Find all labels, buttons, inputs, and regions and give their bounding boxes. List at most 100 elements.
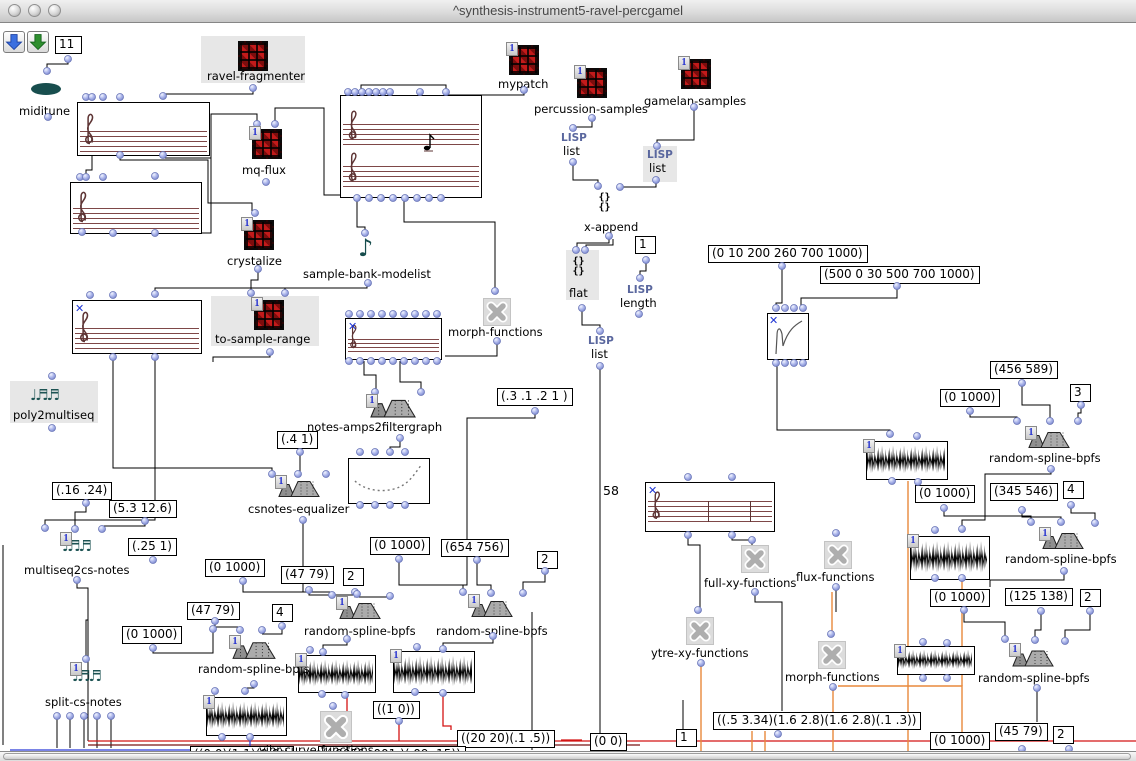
lock-badge[interactable]: 1 (863, 439, 875, 453)
lock-badge[interactable]: 1 (366, 394, 378, 408)
lisp-length-box[interactable]: length (620, 296, 657, 310)
lock-badge[interactable]: 1 (1009, 643, 1021, 657)
miditune-icon[interactable] (31, 83, 61, 95)
flux-functions-icon[interactable] (824, 541, 852, 569)
value-box[interactable]: (.25 1) (128, 538, 177, 556)
notes-amps2filtergraph-label: notes-amps2filtergraph (307, 420, 442, 434)
lock-badge[interactable]: 1 (574, 65, 586, 79)
sound-box[interactable] (910, 536, 990, 580)
lisp-list-box[interactable]: list (649, 161, 666, 175)
value-box[interactable]: (456 589) (990, 361, 1058, 379)
value-box[interactable]: (0 1000) (370, 537, 430, 555)
value-box[interactable]: (0 10 200 260 700 1000) (708, 245, 868, 263)
lock-badge[interactable]: 1 (241, 217, 253, 231)
morph-functions-icon[interactable] (483, 298, 511, 326)
random-spline-bpfs-label: random-spline-bpfs (978, 671, 1090, 685)
score-box[interactable]: ✕ (345, 318, 442, 360)
lock-badge[interactable]: 1 (907, 534, 919, 548)
score-box[interactable] (77, 102, 210, 156)
lock-badge[interactable]: 1 (295, 653, 307, 667)
value-box[interactable]: (.16 .24) (52, 482, 112, 500)
lock-badge[interactable]: 1 (468, 594, 480, 608)
value-box[interactable]: (47 79) (187, 602, 240, 620)
morph-functions-icon[interactable] (818, 641, 846, 669)
value-box[interactable]: (0 0) (590, 733, 627, 751)
lock-badge[interactable]: 1 (1039, 527, 1051, 541)
lock-badge[interactable]: 1 (1025, 426, 1037, 440)
value-box[interactable]: (125 138) (1005, 588, 1073, 606)
flux-functions-label: flux-functions (796, 570, 874, 584)
ravel-fragmenter-icon[interactable] (238, 41, 268, 71)
lock-badge[interactable]: 1 (251, 297, 263, 311)
horizontal-scrollbar[interactable] (0, 751, 1136, 761)
eighth-note-icon[interactable]: ♪ (358, 234, 373, 262)
value-box[interactable]: 4 (1063, 481, 1084, 499)
score-box[interactable]: ✕ (72, 300, 202, 354)
multiseq2cs-notes-label: multiseq2cs-notes (24, 563, 129, 577)
ravel-fragmenter-label: ravel-fragmenter (207, 69, 305, 83)
value-box[interactable]: (0 1000) (205, 559, 265, 577)
lisp-list-box[interactable]: list (591, 347, 608, 361)
value-box[interactable]: (345 546) (990, 483, 1058, 501)
score-box[interactable]: ✕ (645, 482, 775, 532)
value-box[interactable]: (45 79) (995, 723, 1048, 741)
value-box[interactable]: (654 756) (441, 539, 509, 557)
score-box[interactable] (340, 95, 482, 198)
lock-badge[interactable]: 1 (336, 596, 348, 610)
random-spline-bpfs-label: random-spline-bpfs (198, 662, 310, 676)
lisp-tag: LISP (647, 149, 673, 161)
value-box[interactable]: (0 1000) (930, 589, 990, 607)
value-box[interactable]: 2 (1080, 589, 1101, 607)
lock-badge[interactable]: 1 (60, 532, 72, 546)
value-box[interactable]: ((.5 3.34)(1.6 2.8)(1.6 2.8)(.1 .3)) (713, 712, 921, 730)
lisp-list-box[interactable]: list (563, 144, 580, 158)
score-box[interactable] (70, 182, 202, 234)
mq-flux-label: mq-flux (242, 163, 286, 177)
sound-box[interactable] (897, 646, 975, 675)
value-box[interactable]: 2 (537, 551, 558, 569)
lock-badge[interactable]: 1 (229, 635, 241, 649)
lock-badge[interactable]: 1 (390, 649, 402, 663)
lock-badge[interactable]: 1 (678, 56, 690, 70)
lock-badge[interactable]: 1 (203, 695, 215, 709)
lock-badge[interactable]: 1 (506, 42, 518, 56)
bpf-box[interactable] (348, 458, 430, 504)
lock-badge[interactable]: 1 (249, 126, 261, 140)
lock-badge[interactable]: 1 (70, 662, 82, 676)
sound-box[interactable] (206, 697, 287, 736)
ytre-xy-functions-icon[interactable] (686, 617, 714, 645)
value-box[interactable]: 3 (1070, 384, 1091, 402)
lock-badge[interactable]: 1 (894, 644, 906, 658)
mypatch-label: mypatch (498, 77, 548, 91)
value-box[interactable]: 11 (55, 36, 82, 54)
value-box[interactable]: ((20 20)(.1 .5)) (457, 730, 555, 748)
lock-badge[interactable]: 1 (275, 475, 287, 489)
eval-button[interactable] (3, 31, 25, 53)
value-box[interactable]: (5.3 12.6) (109, 500, 177, 518)
vibr-curve-functions-icon[interactable] (320, 711, 352, 743)
value-box[interactable]: (47 79) (281, 566, 334, 584)
sound-box[interactable] (866, 441, 948, 480)
selected-x-icon: ✕ (75, 302, 84, 315)
bpf-box[interactable]: ✕ (767, 313, 809, 360)
value-box[interactable]: (0 1000) (930, 732, 990, 750)
value-box[interactable]: 1 (676, 729, 697, 747)
notes-chord-icon[interactable]: ♩♬♬ (30, 386, 58, 404)
value-box[interactable]: (0 1000) (915, 485, 975, 503)
x-append-icon[interactable]: {}{} (597, 193, 612, 213)
value-box[interactable]: (0 1000) (122, 626, 182, 644)
value-box[interactable]: 2 (1053, 726, 1074, 744)
value-box[interactable]: 4 (272, 604, 293, 622)
value-box[interactable]: ((1 0)) (373, 701, 420, 719)
scrollbar-thumb[interactable] (3, 753, 1131, 760)
value-box[interactable]: (0 1000) (940, 389, 1000, 407)
titlebar[interactable]: ^synthesis-instrument5-ravel-percgamel (0, 0, 1136, 23)
value-box[interactable]: 1 (635, 236, 656, 254)
value-box[interactable]: (500 0 30 500 700 1000) (820, 266, 980, 284)
full-xy-functions-icon[interactable] (741, 545, 769, 573)
flat-icon[interactable]: {}{} (571, 257, 586, 277)
value-box[interactable]: 2 (343, 568, 364, 586)
sound-box[interactable] (393, 651, 475, 693)
save-button[interactable] (27, 31, 49, 53)
value-box[interactable]: (.3 .1 .2 1 ) (497, 388, 573, 406)
